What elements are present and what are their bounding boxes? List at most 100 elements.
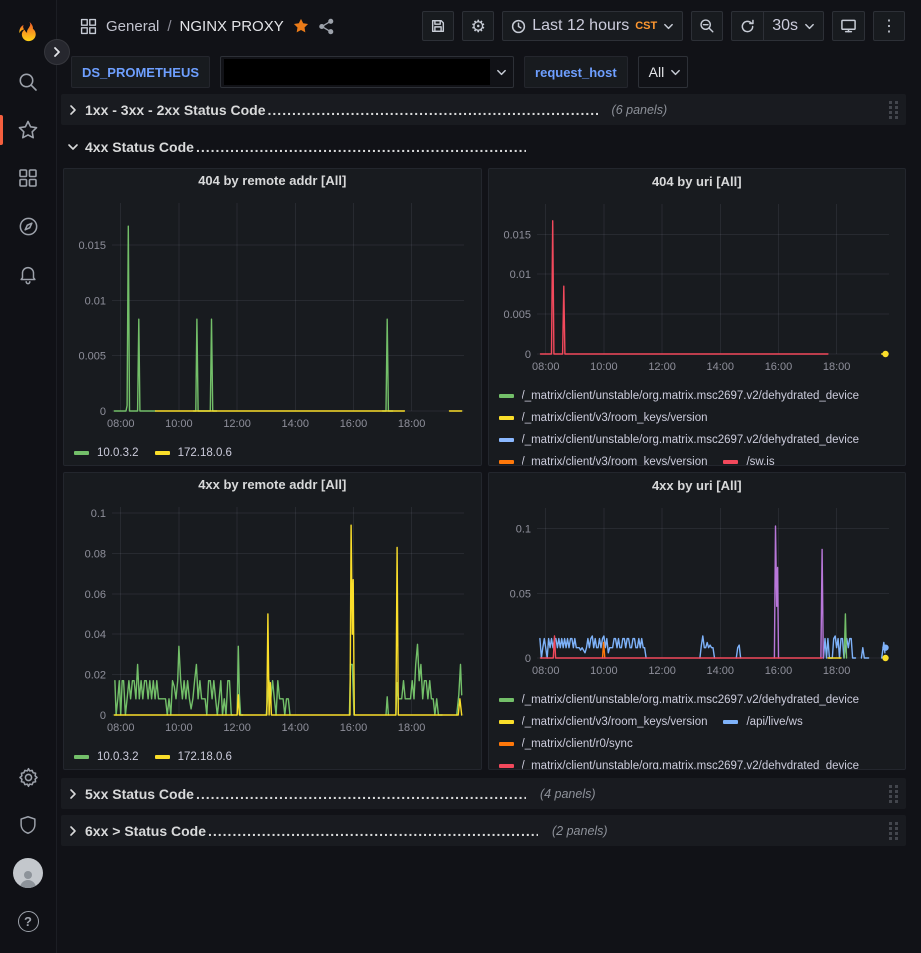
panel-header[interactable]: 404 by remote addr [All] <box>64 169 481 193</box>
legend-swatch <box>499 698 514 702</box>
row-drag-handle[interactable] <box>889 785 898 802</box>
refresh-icon <box>740 19 755 34</box>
sidebar-item-configuration[interactable] <box>8 757 48 797</box>
header-toolbar: ⚙ Last 12 hours CST <box>422 11 905 41</box>
legend-item[interactable]: /_matrix/client/unstable/org.matrix.msc2… <box>499 689 860 711</box>
legend-item[interactable]: /_matrix/client/v3/room_keys/version <box>499 407 708 429</box>
panel-header[interactable]: 404 by uri [All] <box>489 169 906 194</box>
gear-icon: ⚙ <box>471 18 486 35</box>
svg-text:08:00: 08:00 <box>107 418 135 430</box>
sidebar-item-profile[interactable] <box>8 853 48 893</box>
request-host-variable-select[interactable]: All <box>638 56 689 88</box>
legend-label: /_matrix/client/v3/room_keys/version <box>522 412 708 424</box>
row-1xx-3xx-2xx[interactable]: 1xx - 3xx - 2xx Status Code ............… <box>61 94 906 125</box>
sidebar-item-help[interactable]: ? <box>8 901 48 941</box>
sidebar-item-explore[interactable] <box>8 206 48 246</box>
panel-4xx-by-remote-addr: 4xx by remote addr [All] 08:0010:0012:00… <box>63 472 482 770</box>
chevron-right-icon <box>67 825 79 837</box>
legend-item[interactable]: 10.0.3.2 <box>74 746 139 768</box>
legend-label: /_matrix/client/unstable/org.matrix.msc2… <box>522 760 860 769</box>
svg-text:18:00: 18:00 <box>822 665 850 677</box>
legend-item[interactable]: /api/live/ws <box>723 711 802 733</box>
legend-item[interactable]: /_matrix/client/unstable/org.matrix.msc2… <box>499 429 860 451</box>
row-title: 1xx - 3xx - 2xx Status Code <box>85 102 266 118</box>
svg-text:10:00: 10:00 <box>165 722 193 734</box>
time-range-button[interactable]: Last 12 hours CST <box>503 12 682 40</box>
row-4xx[interactable]: 4xx Status Code ........................… <box>61 131 906 162</box>
svg-text:12:00: 12:00 <box>648 665 676 677</box>
sidebar-item-search[interactable] <box>8 62 48 102</box>
row-panel-count: (6 panels) <box>612 103 668 117</box>
time-series-chart[interactable]: 08:0010:0012:0014:0016:0018:0000.0050.01… <box>489 194 906 383</box>
legend-item[interactable]: /_matrix/client/r0/sync <box>499 733 633 755</box>
share-icon[interactable] <box>318 18 335 35</box>
legend-swatch <box>499 438 514 442</box>
time-series-chart[interactable]: 08:0010:0012:0014:0016:0018:0000.020.040… <box>64 497 481 744</box>
panel-grid: 404 by remote addr [All] 08:0010:0012:00… <box>63 168 906 770</box>
grafana-logo[interactable] <box>8 14 48 54</box>
save-dashboard-button[interactable] <box>422 11 454 41</box>
refresh-button[interactable] <box>732 12 763 40</box>
gear-icon <box>17 766 40 789</box>
svg-text:0: 0 <box>100 406 106 418</box>
panel-header[interactable]: 4xx by remote addr [All] <box>64 473 481 497</box>
breadcrumb-section[interactable]: General <box>106 18 159 35</box>
legend-item[interactable]: 10.0.3.2 <box>74 442 139 464</box>
datasource-variable-label[interactable]: DS_PROMETHEUS <box>71 56 210 88</box>
svg-text:0.005: 0.005 <box>78 350 106 362</box>
request-host-variable-label[interactable]: request_host <box>524 56 628 88</box>
svg-text:0.1: 0.1 <box>515 524 530 536</box>
monitor-icon <box>840 18 857 34</box>
sidebar-item-alerting[interactable] <box>8 254 48 294</box>
legend-item[interactable]: 172.18.0.6 <box>155 442 232 464</box>
zoom-out-time-button[interactable] <box>691 11 723 41</box>
panel-legend: 10.0.3.2 172.18.0.6 <box>64 440 481 466</box>
row-6xx[interactable]: 6xx > Status Code ......................… <box>61 815 906 846</box>
legend-label: 10.0.3.2 <box>97 447 139 459</box>
kebab-icon: ⋮ <box>881 16 897 36</box>
legend-item[interactable]: /_matrix/client/unstable/org.matrix.msc2… <box>499 755 860 769</box>
row-drag-handle[interactable] <box>889 101 898 118</box>
svg-text:0.1: 0.1 <box>91 508 106 520</box>
panel-header[interactable]: 4xx by uri [All] <box>489 473 906 498</box>
time-series-chart[interactable]: 08:0010:0012:0014:0016:0018:0000.050.1 <box>489 498 906 687</box>
sidebar-item-server-admin[interactable] <box>8 805 48 845</box>
legend-swatch <box>499 764 514 768</box>
legend-item[interactable]: /_matrix/client/v3/room_keys/version <box>499 711 708 733</box>
legend-item[interactable]: /_matrix/client/v3/room_keys/version <box>499 451 708 465</box>
legend-item[interactable]: /sw.js <box>723 451 774 465</box>
dashboards-icon <box>17 167 39 189</box>
star-filled-icon[interactable] <box>292 17 310 35</box>
refresh-interval-button[interactable]: 30s <box>763 12 823 40</box>
svg-text:0.02: 0.02 <box>85 669 106 681</box>
sidebar-item-starred[interactable] <box>8 110 48 150</box>
row-drag-handle[interactable] <box>889 822 898 839</box>
chevron-down-icon <box>670 67 681 78</box>
svg-text:18:00: 18:00 <box>398 722 426 734</box>
chevron-down-icon <box>663 21 674 32</box>
shield-icon <box>17 814 39 836</box>
panel-title: 4xx by uri [All] <box>652 478 742 493</box>
zoom-out-icon <box>699 18 715 34</box>
panel-legend: /_matrix/client/unstable/org.matrix.msc2… <box>489 383 906 465</box>
svg-text:16:00: 16:00 <box>764 361 792 373</box>
sidebar-expand-toggle[interactable] <box>44 39 70 65</box>
svg-text:0.005: 0.005 <box>503 309 531 321</box>
svg-text:0.08: 0.08 <box>85 548 106 560</box>
time-series-chart[interactable]: 08:0010:0012:0014:0016:0018:0000.0050.01… <box>64 193 481 440</box>
sidebar-item-dashboards[interactable] <box>8 158 48 198</box>
row-title-dots: ........................................… <box>208 823 538 839</box>
cycle-view-mode-button[interactable] <box>832 11 865 41</box>
avatar <box>13 858 43 888</box>
variables-bar: DS_PROMETHEUS request_host All <box>57 52 921 92</box>
legend-item[interactable]: 172.18.0.6 <box>155 746 232 768</box>
legend-item[interactable]: /_matrix/client/unstable/org.matrix.msc2… <box>499 385 860 407</box>
row-5xx[interactable]: 5xx Status Code ........................… <box>61 778 906 809</box>
svg-text:08:00: 08:00 <box>531 665 559 677</box>
datasource-variable-select[interactable] <box>220 56 514 88</box>
dashboard-settings-button[interactable]: ⚙ <box>462 11 494 41</box>
panel-404-by-remote-addr: 404 by remote addr [All] 08:0010:0012:00… <box>63 168 482 466</box>
main-content: General / NGINX PROXY <box>57 0 921 953</box>
more-options-button[interactable]: ⋮ <box>873 11 905 41</box>
person-icon <box>17 868 39 888</box>
